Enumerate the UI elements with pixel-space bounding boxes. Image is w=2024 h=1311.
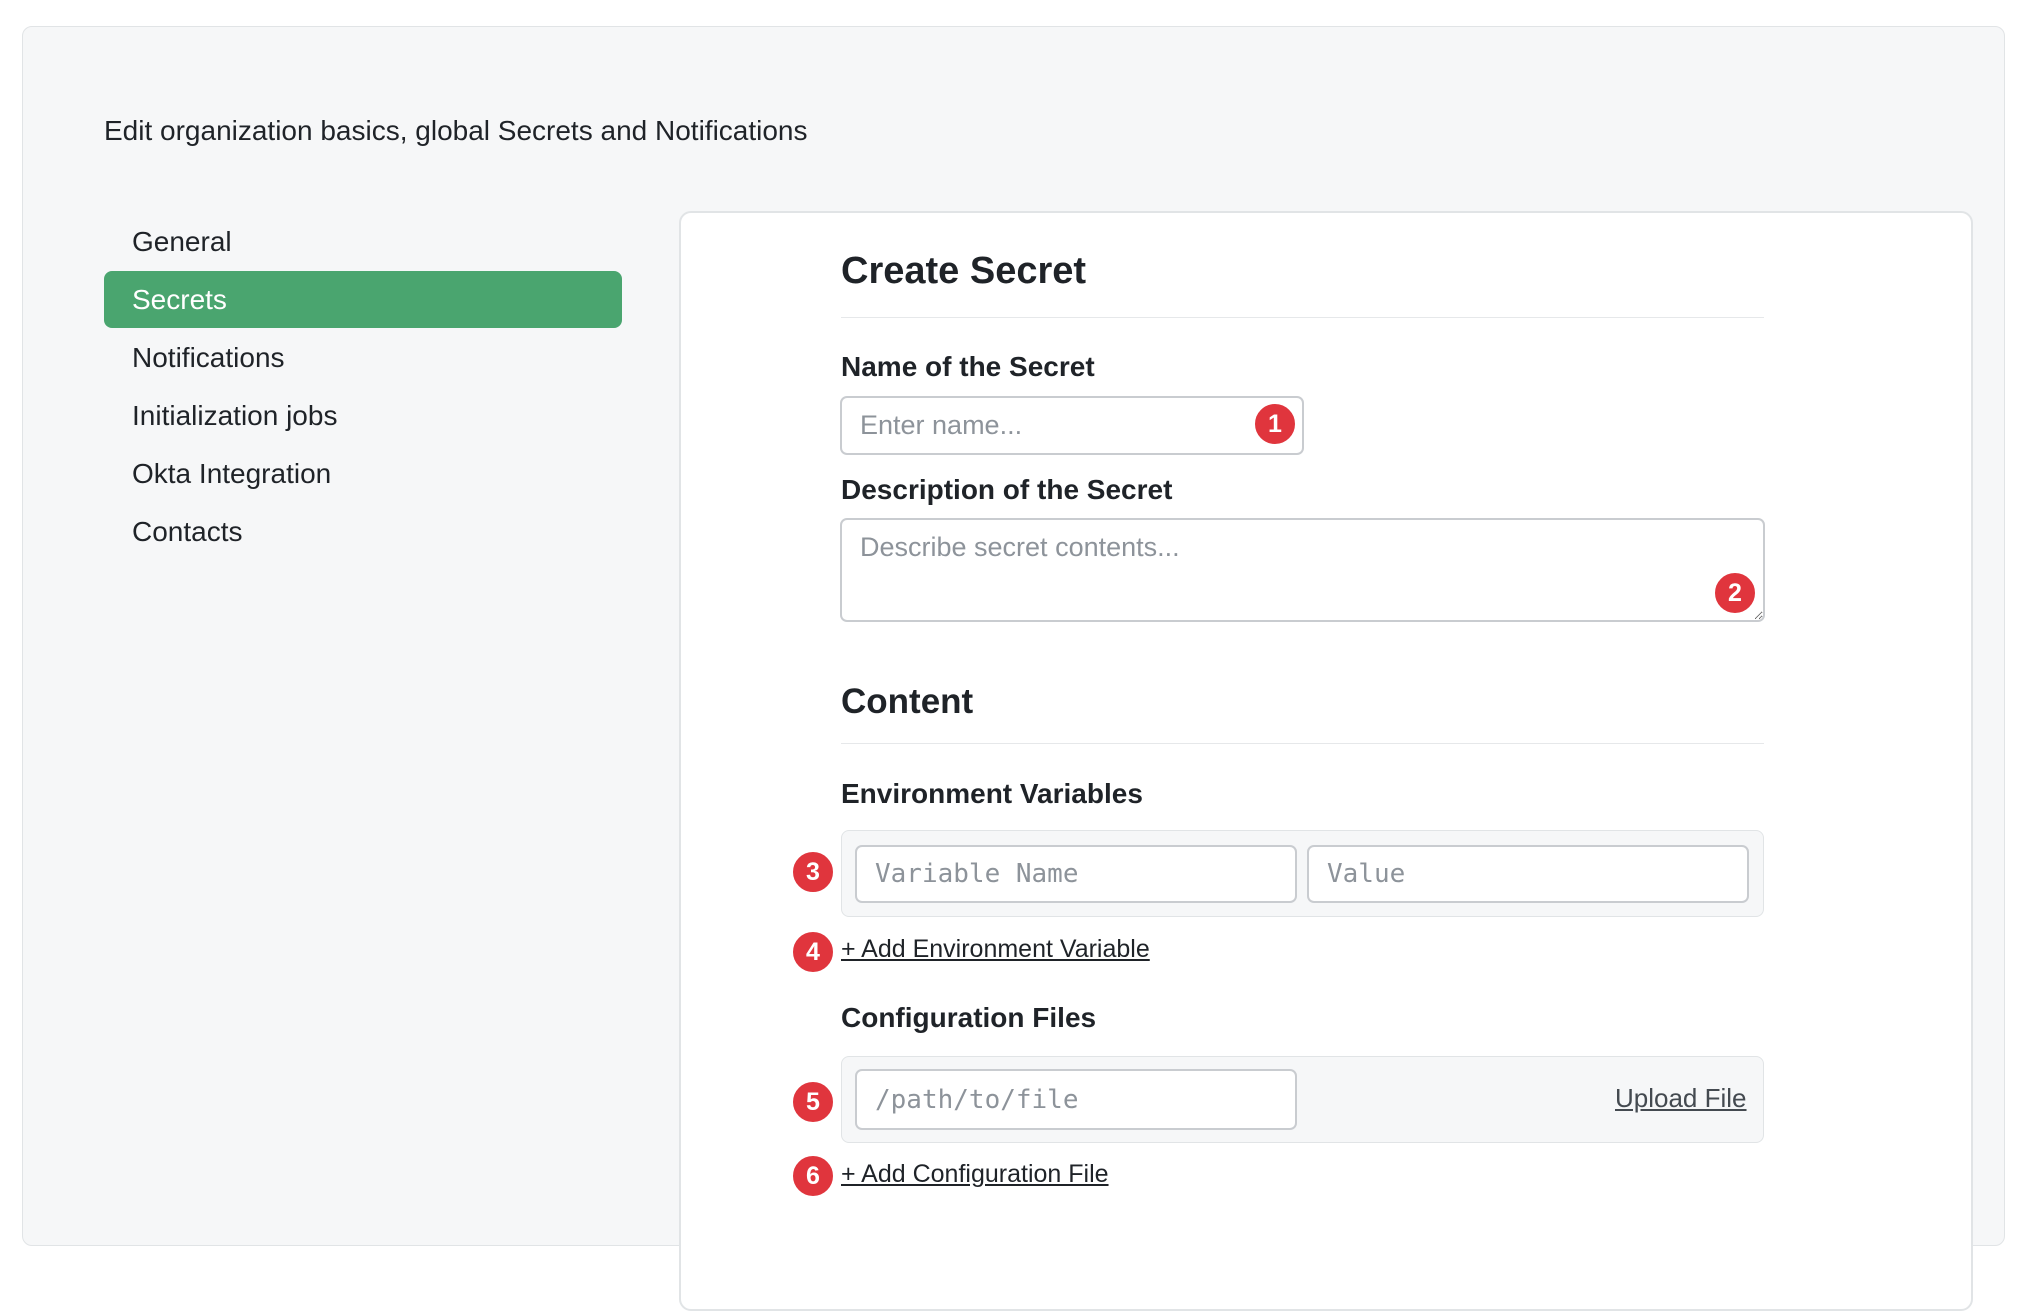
env-vars-label: Environment Variables — [841, 778, 1143, 809]
add-env-var-link[interactable]: + Add Environment Variable — [841, 935, 1150, 964]
sidebar-item-notifications[interactable]: Notifications — [104, 329, 622, 386]
sidebar-item-general[interactable]: General — [104, 213, 622, 270]
annotation-badge-3: 3 — [791, 850, 835, 894]
config-file-path-input[interactable] — [855, 1069, 1297, 1130]
content-heading: Content — [841, 682, 974, 721]
name-label: Name of the Secret — [841, 351, 1095, 382]
sidebar-item-initialization-jobs[interactable]: Initialization jobs — [104, 387, 622, 444]
env-var-name-input[interactable] — [855, 845, 1297, 903]
page-subtitle: Edit organization basics, global Secrets… — [104, 115, 808, 146]
form-title: Create Secret — [841, 250, 1087, 292]
annotation-badge-1: 1 — [1253, 402, 1297, 446]
secret-name-input[interactable] — [840, 396, 1304, 455]
upload-file-link[interactable]: Upload File — [1615, 1083, 1747, 1114]
sidebar-item-okta-integration[interactable]: Okta Integration — [104, 445, 622, 502]
env-var-value-input[interactable] — [1307, 845, 1749, 903]
annotation-badge-5: 5 — [791, 1080, 835, 1124]
sidebar-item-secrets[interactable]: Secrets — [104, 271, 622, 328]
annotation-badge-6: 6 — [791, 1154, 835, 1198]
title-divider — [841, 317, 1764, 318]
sidebar-item-contacts[interactable]: Contacts — [104, 503, 622, 560]
settings-sidebar: General Secrets Notifications Initializa… — [104, 213, 622, 561]
description-label: Description of the Secret — [841, 474, 1173, 505]
annotation-badge-4: 4 — [791, 930, 835, 974]
content-divider — [841, 743, 1764, 744]
add-config-file-link[interactable]: + Add Configuration File — [841, 1160, 1109, 1189]
config-files-label: Configuration Files — [841, 1002, 1097, 1033]
annotation-badge-2: 2 — [1713, 571, 1757, 615]
secret-description-textarea[interactable] — [840, 518, 1765, 622]
